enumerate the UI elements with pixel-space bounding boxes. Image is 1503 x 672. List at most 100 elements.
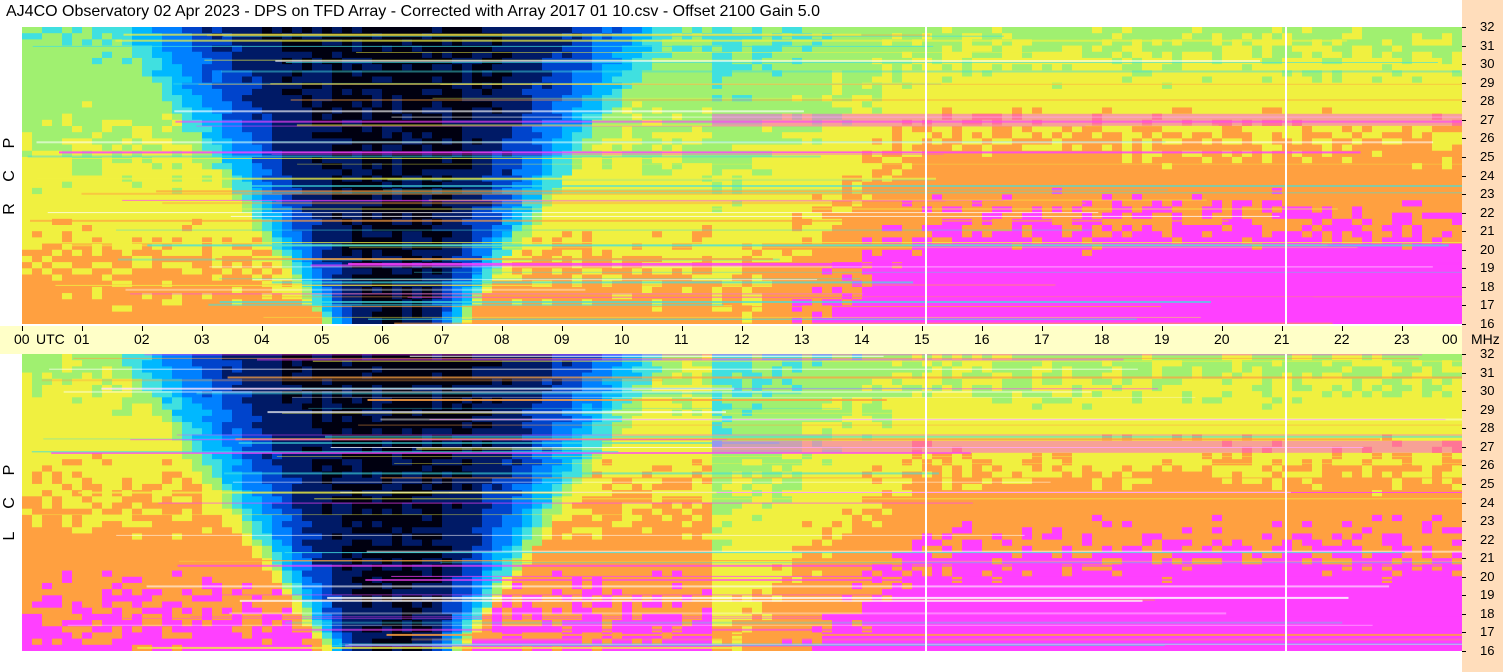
rcp-cell xyxy=(22,45,33,53)
rcp-cell xyxy=(1022,268,1033,276)
rcp-cell xyxy=(582,169,593,177)
rcp-cell xyxy=(292,169,303,177)
rcp-cell xyxy=(452,274,463,282)
rcp-cell xyxy=(512,144,523,152)
rcp-cell xyxy=(112,249,123,257)
rcp-cell xyxy=(962,144,973,152)
rcp-cell xyxy=(762,231,773,238)
rcp-cell xyxy=(132,194,143,201)
rcp-cell xyxy=(272,163,283,170)
rcp-cell xyxy=(92,212,103,220)
rcp-cell xyxy=(72,33,83,40)
rcp-cell xyxy=(82,88,93,96)
rcp-cell xyxy=(832,255,843,263)
rcp-cell xyxy=(392,237,403,245)
rcp-cell xyxy=(182,126,193,133)
rcp-cell xyxy=(102,249,113,257)
rcp-cell xyxy=(202,262,213,269)
rcp-cell xyxy=(952,88,963,96)
rcp-cell xyxy=(912,156,923,164)
rcp-cell xyxy=(142,76,153,84)
rcp-cell xyxy=(152,101,163,109)
rcp-cell xyxy=(92,95,103,102)
rcp-cell xyxy=(72,262,83,269)
rcp-cell xyxy=(402,194,413,201)
rcp-cell xyxy=(242,76,253,84)
rcp-cell xyxy=(92,156,103,164)
rcp-cell xyxy=(912,132,923,139)
rcp-cell xyxy=(992,144,1003,152)
rcp-cell xyxy=(742,274,753,282)
rcp-cell xyxy=(592,274,603,282)
rcp-cell xyxy=(952,132,963,139)
rcp-cell xyxy=(472,156,483,164)
rcp-cell xyxy=(52,27,63,34)
rcp-cell xyxy=(252,225,263,232)
rcp-cell xyxy=(142,181,153,189)
rcp-cell xyxy=(52,317,63,324)
rcp-cell xyxy=(62,299,73,307)
rcp-cell xyxy=(552,169,563,177)
rcp-cell xyxy=(872,249,883,257)
title-bar: AJ4CO Observatory 02 Apr 2023 - DPS on T… xyxy=(0,0,1462,26)
rcp-cell xyxy=(312,132,323,139)
rcp-cell xyxy=(552,126,563,133)
rcp-cell xyxy=(352,101,363,109)
rcp-cell xyxy=(902,76,913,84)
rcp-cell xyxy=(672,144,683,152)
rcp-cell xyxy=(852,27,863,34)
rcp-cell xyxy=(702,76,713,84)
rcp-cell xyxy=(452,169,463,177)
rcp-cell xyxy=(272,51,283,59)
rcp-cell xyxy=(862,156,873,164)
rcp-cell xyxy=(72,101,83,109)
rcp-cell xyxy=(932,144,943,152)
rcp-cell xyxy=(752,156,763,164)
rcp-cell xyxy=(452,268,463,276)
rcp-cell xyxy=(912,268,923,276)
rcp-cell xyxy=(222,126,233,133)
rcp-cell xyxy=(302,237,313,245)
rcp-cell xyxy=(952,144,963,152)
rcp-cell xyxy=(232,113,243,121)
rcp-cell xyxy=(592,156,603,164)
rcp-cell xyxy=(672,169,683,177)
rcp-cell xyxy=(112,101,123,109)
rcp-cell xyxy=(262,268,273,276)
rcp-cell xyxy=(42,51,53,59)
rcp-cell xyxy=(142,163,153,170)
rcp-cell xyxy=(1052,225,1063,232)
rcp-cell xyxy=(332,144,343,152)
rcp-cell xyxy=(182,280,193,288)
rcp-cell xyxy=(32,305,43,313)
rcp-cell xyxy=(32,286,43,294)
rcp-cell xyxy=(572,237,583,245)
rcp-cell xyxy=(972,144,983,152)
rcp-cell xyxy=(182,76,193,84)
rcp-cell xyxy=(442,231,453,238)
rcp-cell xyxy=(422,76,433,84)
rcp-cell xyxy=(192,95,203,102)
rcp-cell xyxy=(1002,144,1013,152)
rcp-cell xyxy=(182,231,193,238)
rcp-cell xyxy=(212,126,223,133)
rcp-cell xyxy=(262,113,273,121)
rcp-cell xyxy=(1032,249,1043,257)
rcp-cell xyxy=(522,27,533,34)
rcp-cell xyxy=(42,280,53,288)
rcp-cell xyxy=(652,27,663,34)
rcp-cell xyxy=(52,64,63,71)
rcp-cell xyxy=(502,268,513,276)
rcp-cell xyxy=(252,268,263,276)
rcp-cell xyxy=(182,262,193,269)
rcp-cell xyxy=(32,70,43,78)
rcp-cell xyxy=(342,126,353,133)
rcp-cell xyxy=(962,27,973,34)
rcp-cell xyxy=(42,163,53,170)
rcp-cell xyxy=(62,107,73,115)
rcp-cell xyxy=(552,132,563,139)
rcp-cell xyxy=(512,274,523,282)
rcp-cell xyxy=(22,70,33,78)
rcp-cell xyxy=(542,274,553,282)
rcp-cell xyxy=(102,82,113,90)
